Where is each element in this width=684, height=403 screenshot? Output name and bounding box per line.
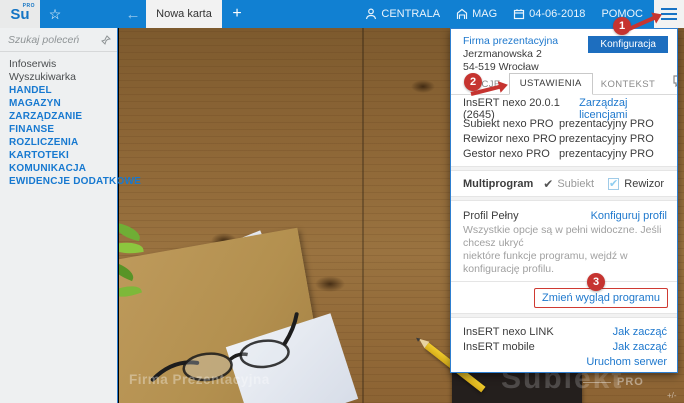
profile-label: Profil Pełny	[463, 209, 519, 222]
speech-bubble-icon	[673, 75, 677, 88]
sidebar-item-kartoteki[interactable]: KARTOTEKI	[9, 149, 117, 162]
check-icon: ✔	[543, 176, 554, 191]
branch-selector[interactable]: CENTRALA	[360, 0, 445, 28]
settings-dropdown-panel: Firma prezentacyjna Jerzmanowska 2 54-51…	[450, 28, 678, 373]
license-row: Subiekt nexo PRO prezentacyjny PRO	[463, 116, 667, 131]
sidebar-item-rozliczenia[interactable]: ROZLICZENIA	[9, 136, 117, 149]
sidebar-item-komunikacja[interactable]: KOMUNIKACJA	[9, 162, 117, 175]
branch-label: CENTRALA	[381, 8, 441, 20]
multiprogram-section: Multiprogram ✔ Subiekt ✔ Rewizor ✔ Gesto…	[451, 171, 677, 196]
date-selector[interactable]: 04-06-2018	[508, 0, 590, 28]
calendar-icon	[514, 9, 525, 20]
wood-knot	[315, 276, 345, 292]
profile-description-line1: Wszystkie opcje są w pełni widoczne. Jeś…	[463, 224, 662, 249]
licenses-section: InsERT nexo 20.0.1 (2645) Zarządzaj lice…	[451, 95, 677, 166]
top-bar: Su PRO ☆ ← Nowa karta + CENTRALA MAG 04-…	[0, 0, 684, 28]
new-tab-button[interactable]: +	[222, 0, 252, 28]
jak-zaczac-link[interactable]: Jak zacząć	[613, 326, 667, 338]
sidebar-item-infoserwis[interactable]: Infoserwis	[9, 58, 117, 71]
sidebar-item-handel[interactable]: HANDEL	[9, 84, 117, 97]
product-link-row: InsERT nexo LINK Jak zacząć	[463, 324, 667, 339]
sidebar-item-finanse[interactable]: FINANSE	[9, 123, 117, 136]
configure-profile-link[interactable]: Konfiguruj profil	[591, 210, 667, 222]
plant-leaf	[119, 222, 143, 242]
license-row: Gestor nexo PRO prezentacyjny PRO	[463, 146, 667, 161]
annotation-badge-2: 2	[464, 73, 482, 91]
date-label: 04-06-2018	[529, 8, 586, 20]
edition-watermark: PRO	[583, 376, 644, 388]
rewizor-checkbox[interactable]: ✔	[608, 177, 620, 190]
corner-watermark: +/-	[667, 391, 677, 400]
multiprogram-rewizor-label: Rewizor	[624, 177, 664, 190]
change-appearance-link[interactable]: Zmień wygląd programu	[534, 288, 668, 308]
products-section: InsERT nexo LINK Jak zacząć InsERT mobil…	[451, 318, 677, 372]
license-product-name: Rewizor nexo PRO	[463, 132, 557, 145]
app-logo-pro-badge: PRO	[22, 3, 35, 9]
product-name: InsERT nexo LINK	[463, 325, 554, 338]
multiprogram-label: Multiprogram	[463, 177, 534, 190]
license-product-name: Subiekt nexo PRO	[463, 117, 554, 130]
back-arrow-icon[interactable]: ←	[120, 0, 146, 28]
license-value: prezentacyjny PRO	[559, 117, 654, 130]
change-appearance-row: 3 Zmień wygląd programu	[451, 273, 677, 313]
konfiguracja-button[interactable]: Konfiguracja	[588, 36, 668, 53]
sidebar: Infoserwis Wyszukiwarka HANDEL MAGAZYN Z…	[0, 28, 141, 403]
warehouse-icon	[456, 8, 468, 19]
app-window: Firma Prezentacyjna Subiekt PRO +/- Su P…	[0, 0, 684, 403]
sidebar-item-wyszukiwarka[interactable]: Wyszukiwarka	[9, 71, 117, 84]
profile-section: Profil Pełny Konfiguruj profil Wszystkie…	[451, 201, 677, 276]
command-search-row	[0, 28, 117, 52]
license-product-name: Gestor nexo PRO	[463, 147, 550, 160]
license-row: Rewizor nexo PRO prezentacyjny PRO	[463, 131, 667, 146]
jak-zaczac-link[interactable]: Jak zacząć	[613, 341, 667, 353]
sidebar-item-ewidencje-dodatkowe[interactable]: EWIDENCJE DODATKOWE	[9, 175, 141, 188]
warehouse-label: MAG	[472, 8, 498, 20]
license-value: prezentacyjny PRO	[559, 132, 654, 145]
tab-kontekst[interactable]: KONTEKST	[593, 75, 663, 94]
search-input[interactable]	[8, 33, 101, 46]
sidebar-item-zarzadzanie[interactable]: ZARZĄDZANIE	[9, 110, 117, 123]
app-logo[interactable]: Su PRO	[0, 0, 40, 28]
tab-nowa-karta[interactable]: Nowa karta	[146, 0, 222, 28]
tab-label: Nowa karta	[156, 8, 212, 20]
profile-description-line2: niektóre funkcje programu, wejdź w konfi…	[463, 250, 628, 275]
product-name: InsERT mobile	[463, 340, 535, 353]
sidebar-menu: Infoserwis Wyszukiwarka HANDEL MAGAZYN Z…	[0, 52, 141, 188]
multiprogram-subiekt-label: Subiekt	[557, 177, 595, 190]
license-value: prezentacyjny PRO	[559, 147, 654, 160]
favorites-star-icon[interactable]: ☆	[40, 0, 70, 28]
sidebar-item-magazyn[interactable]: MAGAZYN	[9, 97, 117, 110]
wood-knot	[411, 80, 435, 93]
company-watermark: Firma Prezentacyjna	[129, 372, 270, 387]
feedback-bubble-tab[interactable]	[669, 72, 677, 94]
company-header: Firma prezentacyjna Jerzmanowska 2 54-51…	[451, 29, 677, 73]
annotation-badge-3: 3	[587, 273, 605, 291]
product-link-row: InsERT mobile Jak zacząć	[463, 339, 667, 354]
warehouse-selector[interactable]: MAG	[451, 0, 502, 28]
uruchom-serwer-link[interactable]: Uruchom serwer	[586, 356, 667, 368]
plant-leaf	[119, 239, 144, 257]
tab-ustawienia[interactable]: USTAWIENIA	[508, 73, 593, 95]
user-icon	[366, 8, 377, 20]
pin-icon[interactable]	[101, 34, 111, 45]
